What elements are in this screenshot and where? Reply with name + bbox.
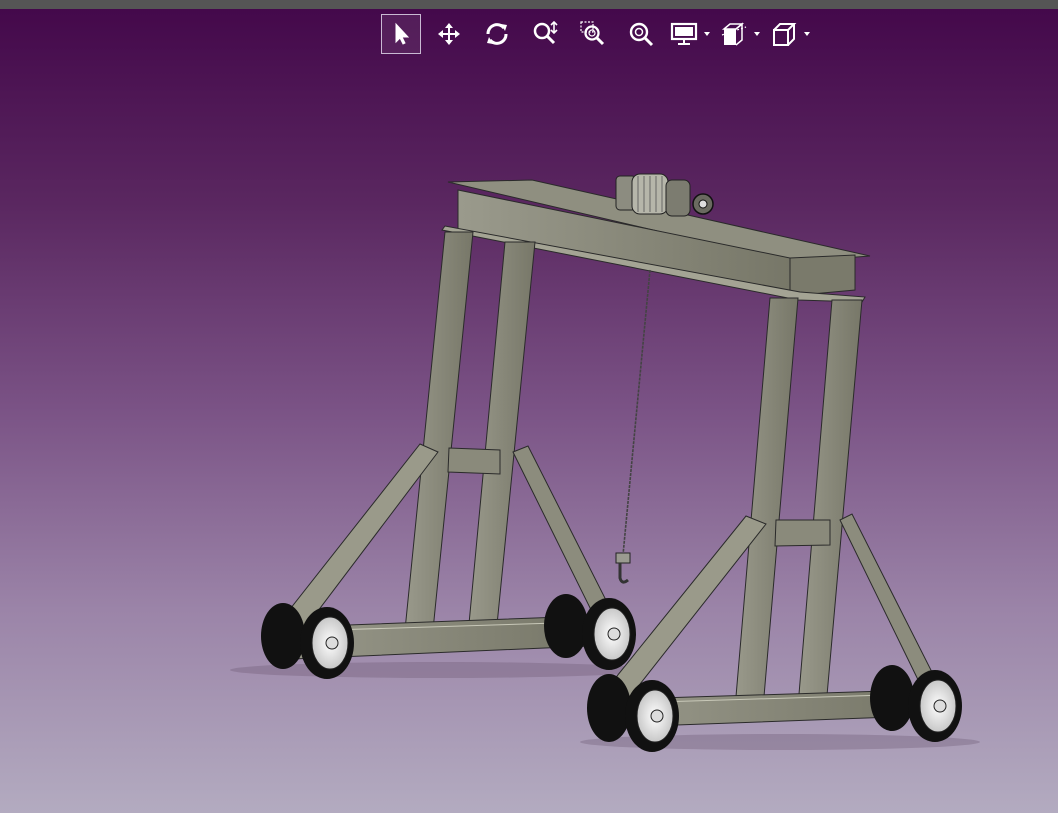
chevron-down-icon [804, 32, 810, 36]
rotate-icon [486, 23, 508, 45]
zoom-in-out-icon [533, 21, 558, 45]
section-view-dropdown[interactable] [719, 14, 761, 54]
zoom-fit-icon [629, 22, 654, 47]
zoom-area-button[interactable] [573, 14, 613, 54]
zoom-in-out-button[interactable] [525, 14, 565, 54]
pan-button[interactable] [429, 14, 469, 54]
section-view-icon [721, 22, 747, 46]
right-frame [591, 297, 939, 729]
select-arrow-icon [395, 22, 410, 45]
top-strip [0, 0, 1058, 9]
zoom-fit-button[interactable] [621, 14, 661, 54]
select-button[interactable] [381, 14, 421, 54]
chevron-down-icon [754, 32, 760, 36]
display-mode-dropdown[interactable] [669, 14, 711, 54]
gantry-crane-model [230, 173, 980, 752]
winch [615, 173, 714, 217]
view-toolbar [381, 14, 819, 54]
view-orientation-dropdown[interactable] [769, 14, 811, 54]
hoist-cable-hook [615, 269, 651, 584]
zoom-area-icon [580, 21, 605, 46]
monitor-icon [670, 22, 698, 45]
cube-view-icon [773, 23, 797, 46]
chevron-down-icon [704, 32, 710, 36]
rotate-button[interactable] [477, 14, 517, 54]
move-arrows-icon [438, 23, 460, 45]
3d-viewport[interactable] [0, 60, 1058, 813]
